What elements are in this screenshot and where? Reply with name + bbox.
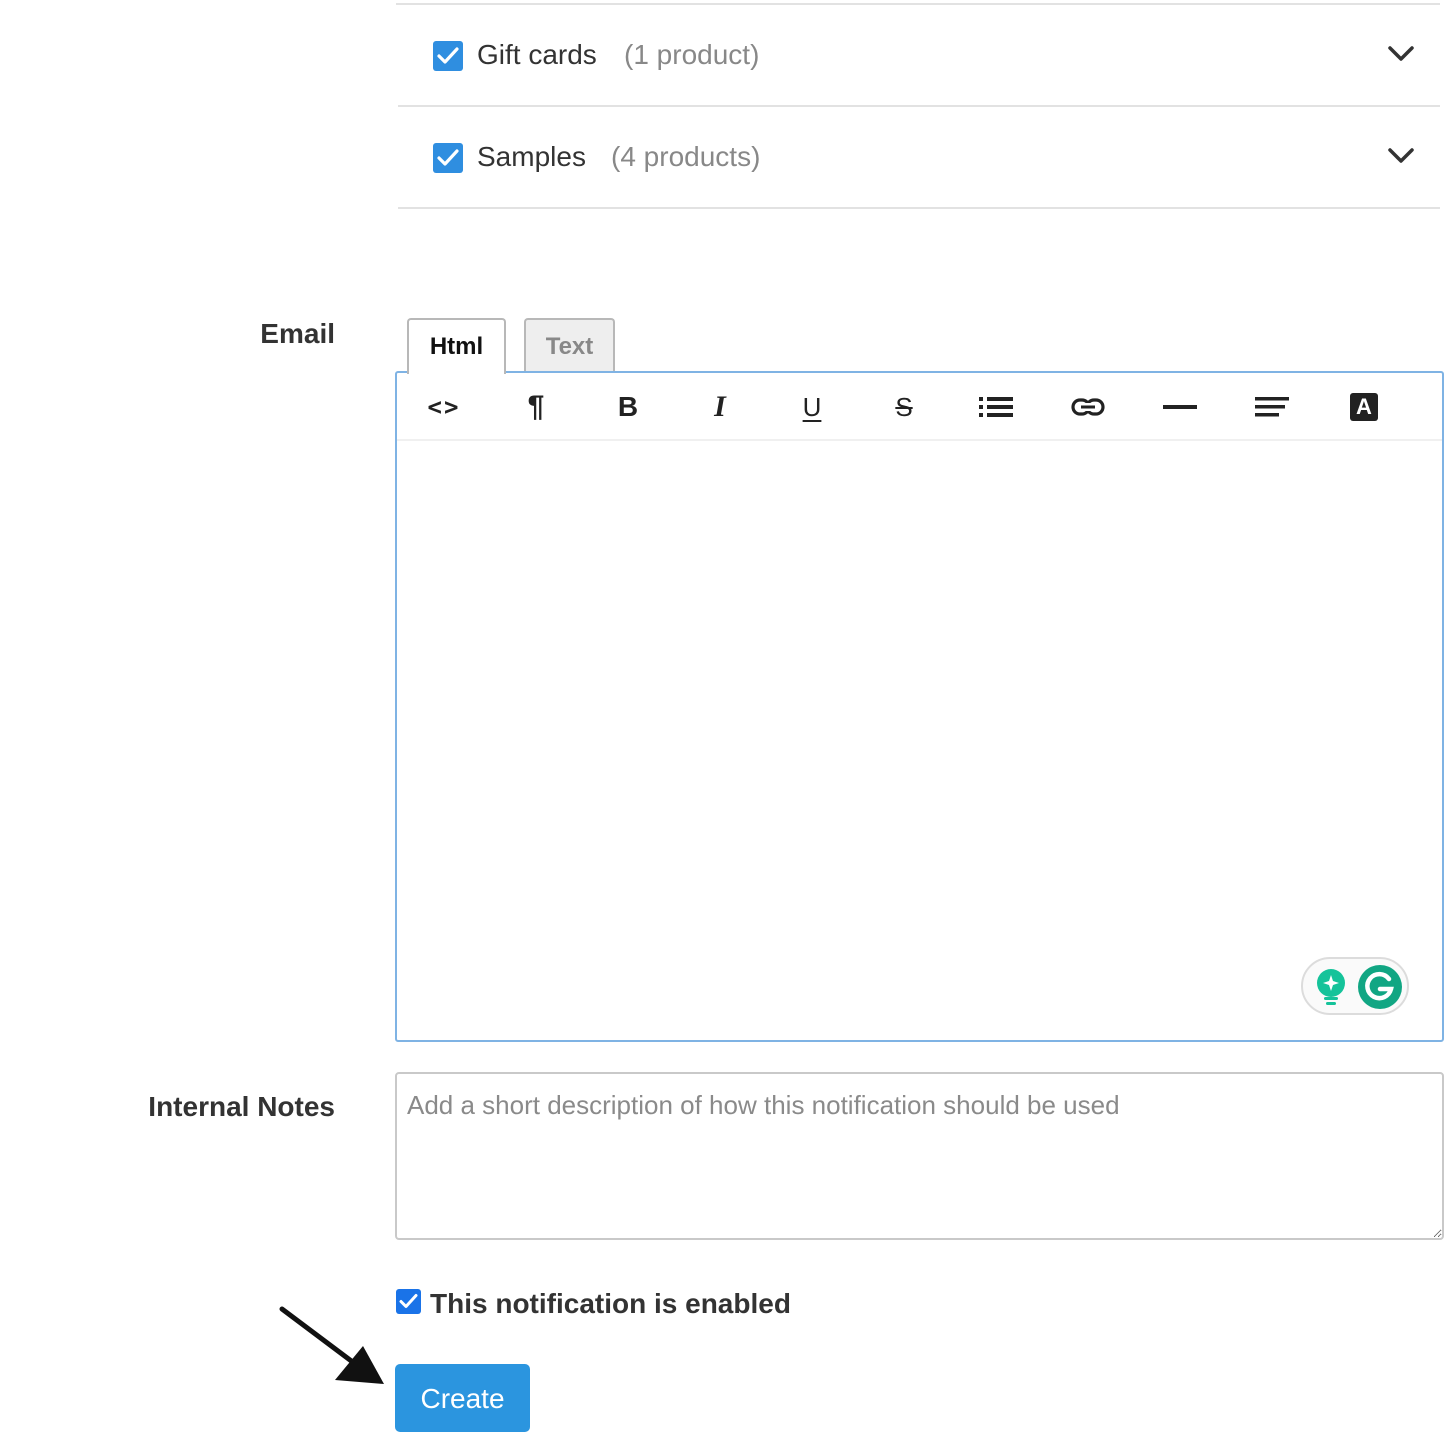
grammarly-logo-icon[interactable] — [1358, 965, 1402, 1009]
horizontal-rule-icon[interactable] — [1160, 387, 1200, 427]
chevron-down-icon[interactable] — [1387, 147, 1415, 170]
link-icon[interactable] — [1068, 387, 1108, 427]
bullet-list-icon[interactable] — [976, 387, 1016, 427]
tab-html[interactable]: Html — [407, 318, 506, 374]
code-view-icon[interactable]: <> — [424, 387, 464, 427]
create-button[interactable]: Create — [395, 1364, 530, 1432]
italic-icon[interactable]: I — [700, 387, 740, 427]
text-color-icon[interactable]: A — [1344, 387, 1384, 427]
enabled-checkbox[interactable] — [396, 1289, 421, 1314]
strikethrough-icon[interactable]: S — [884, 387, 924, 427]
collection-row-samples: Samples (4 products) — [398, 107, 1440, 209]
email-label: Email — [260, 318, 335, 349]
grammarly-widget[interactable] — [1301, 957, 1409, 1015]
bold-icon[interactable]: B — [608, 387, 648, 427]
collection-checkbox-samples[interactable] — [433, 143, 463, 173]
collection-count: (1 product) — [624, 39, 760, 70]
enabled-label[interactable]: This notification is enabled — [430, 1288, 791, 1320]
align-icon[interactable] — [1252, 387, 1292, 427]
collection-name: Samples — [477, 141, 586, 172]
tab-text[interactable]: Text — [524, 318, 615, 372]
internal-notes-textarea[interactable] — [395, 1072, 1444, 1240]
paragraph-icon[interactable]: ¶ — [516, 387, 556, 427]
collection-count: (4 products) — [611, 141, 761, 172]
checkmark-icon — [399, 1294, 418, 1308]
internal-notes-label: Internal Notes — [148, 1091, 335, 1122]
editor-toolbar: <> ¶ B I U S A — [397, 373, 1442, 441]
checkmark-icon — [437, 149, 459, 166]
chevron-down-icon[interactable] — [1387, 45, 1415, 68]
collection-checkbox-gift-cards[interactable] — [433, 41, 463, 71]
lightbulb-icon[interactable] — [1315, 968, 1347, 1006]
collection-row-gift-cards: Gift cards (1 product) — [398, 5, 1440, 107]
collection-name: Gift cards — [477, 39, 597, 70]
underline-icon[interactable]: U — [792, 387, 832, 427]
email-editor[interactable]: <> ¶ B I U S A — [395, 371, 1444, 1042]
annotation-arrow-icon — [279, 1306, 384, 1384]
checkmark-icon — [437, 47, 459, 64]
